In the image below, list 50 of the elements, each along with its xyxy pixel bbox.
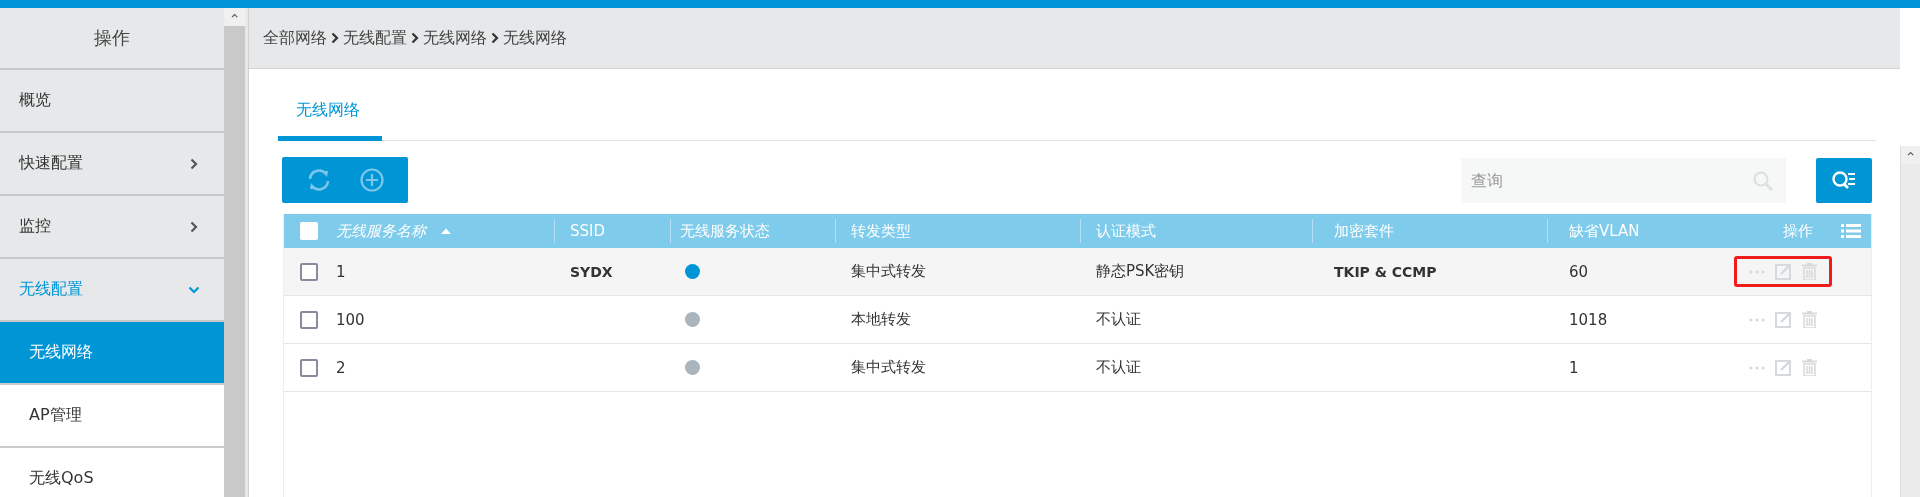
table-cell: SYDX	[570, 263, 613, 280]
row-checkbox[interactable]	[300, 358, 318, 377]
sort-ascending-icon	[440, 227, 452, 235]
table-cell: 60	[1569, 262, 1589, 281]
delete-icon[interactable]	[1802, 311, 1817, 328]
table-cell: 集中式转发	[851, 358, 926, 377]
table-cell: 100	[336, 310, 365, 329]
more-icon[interactable]	[1749, 365, 1765, 370]
sidebar-item[interactable]: 概览	[0, 70, 224, 133]
chevron-right-icon	[188, 220, 200, 233]
more-icon[interactable]	[1749, 269, 1765, 274]
chevron-right-icon	[411, 32, 419, 44]
table-cell: TKIP & CCMP	[1334, 263, 1437, 280]
table-row[interactable]: 1 SYDX 集中式转发 静态PSK密钥 TKIP & CCMP 60	[284, 248, 1871, 296]
table-cell: 本地转发	[851, 310, 911, 329]
row-checkbox[interactable]	[300, 262, 318, 281]
table-cell: 不认证	[1096, 310, 1141, 329]
table-cell: 静态PSK密钥	[1096, 262, 1185, 281]
advanced-search-button[interactable]	[1816, 157, 1872, 203]
chevron-right-icon	[188, 157, 200, 170]
delete-icon[interactable]	[1802, 263, 1817, 280]
sidebar-title: 操作	[0, 8, 224, 70]
sidebar-item[interactable]: 快速配置	[0, 133, 224, 196]
breadcrumb-item[interactable]: 全部网络	[263, 27, 327, 49]
chevron-right-icon	[491, 32, 499, 44]
scrollbar[interactable]: ⌃	[224, 8, 248, 497]
table-cell: 不认证	[1096, 358, 1141, 377]
search-field[interactable]: 查询	[1461, 157, 1786, 203]
table-cell: 1	[336, 262, 346, 281]
edit-icon[interactable]	[1775, 311, 1792, 328]
table-cell: 1018	[1569, 310, 1608, 329]
table-cell: 1	[1569, 358, 1579, 377]
breadcrumb-item[interactable]: 无线配置	[343, 27, 407, 49]
chevron-right-icon	[331, 32, 339, 44]
more-icon[interactable]	[1749, 317, 1765, 322]
edit-icon[interactable]	[1775, 263, 1792, 280]
select-all-checkbox[interactable]	[300, 222, 318, 240]
search-icon	[1752, 169, 1774, 192]
table-cell: 2	[336, 358, 346, 377]
delete-icon[interactable]	[1802, 359, 1817, 376]
breadcrumb-item[interactable]: 无线网络	[423, 27, 487, 49]
add-icon[interactable]	[358, 167, 385, 193]
scrollbar[interactable]: ⌃	[1900, 146, 1920, 497]
edit-icon[interactable]	[1775, 359, 1792, 376]
search-filter-icon	[1831, 169, 1857, 191]
breadcrumb-item[interactable]: 无线网络	[503, 27, 567, 49]
row-checkbox[interactable]	[300, 310, 318, 329]
sidebar-item[interactable]: 监控	[0, 196, 224, 259]
table-cell: 集中式转发	[851, 262, 926, 281]
column-list-icon[interactable]	[1841, 223, 1861, 239]
